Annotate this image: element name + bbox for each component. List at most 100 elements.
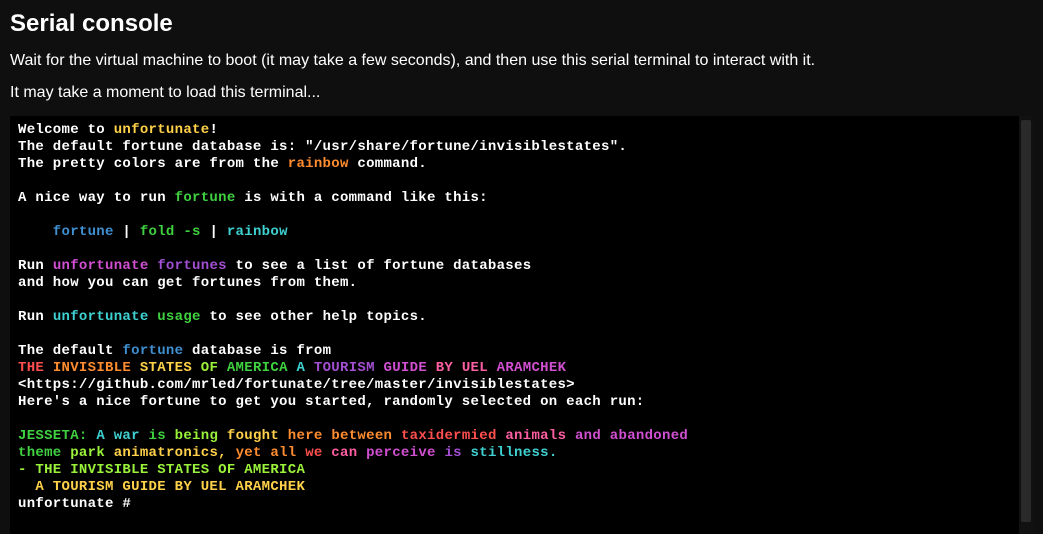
terminal-line: JESSETA: A war is being fought here betw…	[18, 428, 1011, 445]
terminal-token: TOURISM	[314, 360, 375, 376]
terminal-token: war	[114, 428, 140, 444]
terminal-token: park	[70, 445, 105, 461]
terminal-token: fought	[227, 428, 279, 444]
terminal-scrollbar[interactable]	[1019, 116, 1033, 534]
terminal-token: BY	[436, 360, 453, 376]
terminal-token	[227, 445, 236, 461]
terminal-token: A	[96, 428, 105, 444]
terminal-token: fortune	[175, 190, 236, 206]
terminal-token: - THE INVISIBLE STATES OF AMERICA	[18, 462, 305, 478]
terminal-token: theme	[18, 445, 62, 461]
terminal-token: yet	[236, 445, 262, 461]
terminal-line: THE INVISIBLE STATES OF AMERICA A TOURIS…	[18, 360, 1011, 377]
terminal-token: ARAMCHEK	[497, 360, 567, 376]
terminal-token	[218, 428, 227, 444]
terminal-token: <https://github.com/mrled/fortunate/tree…	[18, 377, 575, 393]
terminal-line: fortune | fold -s | rainbow	[18, 224, 1011, 241]
terminal-line: Here's a nice fortune to get you started…	[18, 394, 1011, 411]
terminal-token: JESSETA:	[18, 428, 88, 444]
terminal-token: taxidermied	[401, 428, 497, 444]
terminal-token	[192, 360, 201, 376]
serial-terminal[interactable]: Welcome to unfortunate!The default fortu…	[10, 116, 1019, 534]
terminal-token: OF	[201, 360, 218, 376]
terminal-token: abandoned	[610, 428, 688, 444]
terminal-token: unfortunate	[114, 122, 210, 138]
terminal-token	[166, 428, 175, 444]
terminal-token	[305, 360, 314, 376]
terminal-line	[18, 173, 1011, 190]
terminal-token: unfortunate	[53, 258, 149, 274]
terminal-token: we	[305, 445, 322, 461]
description-line-1: Wait for the virtual machine to boot (it…	[10, 52, 1033, 70]
terminal-token: A TOURISM GUIDE BY UEL ARAMCHEK	[18, 479, 305, 495]
terminal-token	[488, 360, 497, 376]
terminal-token: and	[575, 428, 601, 444]
terminal-token: database is from	[183, 343, 331, 359]
terminal-token: |	[114, 224, 140, 240]
terminal-token: Run	[18, 258, 53, 274]
terminal-line: Run unfortunate fortunes to see a list o…	[18, 258, 1011, 275]
terminal-token: Welcome to	[18, 122, 114, 138]
terminal-token: Here's a nice fortune to get you started…	[18, 394, 645, 410]
terminal-token: |	[201, 224, 227, 240]
terminal-token: fold -s	[140, 224, 201, 240]
terminal-token	[296, 445, 305, 461]
terminal-token	[566, 428, 575, 444]
terminal-line: <https://github.com/mrled/fortunate/tree…	[18, 377, 1011, 394]
terminal-token: perceive	[366, 445, 436, 461]
terminal-token: to see a list of fortune databases	[227, 258, 532, 274]
terminal-token: A nice way to run	[18, 190, 175, 206]
terminal-line	[18, 326, 1011, 343]
terminal-line: unfortunate #	[18, 496, 1011, 513]
terminal-token: is	[149, 428, 166, 444]
terminal-token	[218, 360, 227, 376]
terminal-token: can	[331, 445, 357, 461]
terminal-token	[279, 428, 288, 444]
terminal-token: Run	[18, 309, 53, 325]
terminal-line: Run unfortunate usage to see other help …	[18, 309, 1011, 326]
terminal-token: fortunes	[157, 258, 227, 274]
terminal-token: A	[296, 360, 305, 376]
terminal-token: between	[331, 428, 392, 444]
terminal-token	[392, 428, 401, 444]
terminal-line	[18, 241, 1011, 258]
terminal-line: theme park animatronics, yet all we can …	[18, 445, 1011, 462]
terminal-token: animals	[505, 428, 566, 444]
terminal-token: The pretty colors are from the	[18, 156, 288, 172]
terminal-line	[18, 292, 1011, 309]
terminal-token: command.	[349, 156, 427, 172]
terminal-token: INVISIBLE	[53, 360, 131, 376]
terminal-token	[601, 428, 610, 444]
terminal-token: to see other help topics.	[201, 309, 427, 325]
terminal-token: STATES	[140, 360, 192, 376]
terminal-token: !	[209, 122, 218, 138]
terminal-token	[44, 360, 53, 376]
terminal-token: being	[175, 428, 219, 444]
terminal-token	[140, 428, 149, 444]
terminal-line	[18, 411, 1011, 428]
scrollbar-thumb[interactable]	[1021, 120, 1031, 522]
terminal-token	[149, 258, 158, 274]
terminal-token: rainbow	[288, 156, 349, 172]
terminal-token	[323, 445, 332, 461]
terminal-token	[462, 445, 471, 461]
terminal-line: and how you can get fortunes from them.	[18, 275, 1011, 292]
terminal-token	[105, 428, 114, 444]
terminal-token	[62, 445, 71, 461]
terminal-line: The default fortune database is: "/usr/s…	[18, 139, 1011, 156]
terminal-token: fortune	[18, 224, 114, 240]
terminal-token: rainbow	[227, 224, 288, 240]
terminal-token: AMERICA	[227, 360, 288, 376]
terminal-token	[105, 445, 114, 461]
terminal-line	[18, 207, 1011, 224]
terminal-token	[375, 360, 384, 376]
terminal-token: here	[288, 428, 323, 444]
terminal-token	[453, 360, 462, 376]
terminal-line: Welcome to unfortunate!	[18, 122, 1011, 139]
terminal-token: The default fortune database is: "/usr/s…	[18, 139, 627, 155]
terminal-container: Welcome to unfortunate!The default fortu…	[10, 116, 1033, 534]
terminal-token: The default	[18, 343, 122, 359]
terminal-token	[427, 360, 436, 376]
terminal-line: The pretty colors are from the rainbow c…	[18, 156, 1011, 173]
terminal-token: and how you can get fortunes from them.	[18, 275, 357, 291]
